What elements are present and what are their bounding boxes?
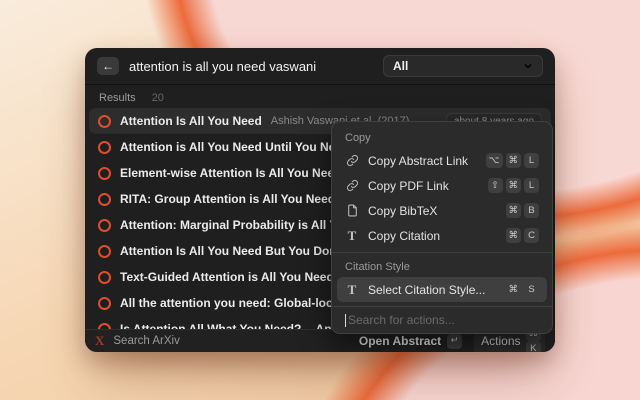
paper-icon (98, 115, 111, 128)
paper-icon (98, 271, 111, 284)
keycap: ⌘ (506, 153, 522, 168)
keycap: L (524, 153, 539, 168)
paper-title: Attention Is All You Need (120, 114, 262, 128)
keycap: ⌘ (506, 203, 522, 218)
keycap: S (524, 282, 539, 297)
file-icon (345, 204, 359, 218)
menu-item-copy-abstract-link[interactable]: Copy Abstract Link ⌥⌘L (337, 148, 547, 173)
app-label: Search ArXiv (113, 335, 179, 347)
menu-section-header: Copy (337, 126, 547, 148)
open-abstract-button[interactable]: Open Abstract ↵ (359, 334, 462, 349)
arxiv-logo-icon: X (95, 333, 104, 349)
menu-item-label: Copy PDF Link (368, 179, 449, 193)
menu-item-label: Copy BibTeX (368, 204, 437, 218)
back-button[interactable]: ← (97, 57, 119, 75)
keycap: ⌥ (486, 153, 503, 168)
actions-search-placeholder: Search for actions... (348, 313, 455, 327)
actions-search-input[interactable]: Search for actions... (332, 306, 552, 333)
search-bar: ← attention is all you need vaswani All (85, 48, 555, 85)
menu-item-copy-bibtex[interactable]: Copy BibTeX ⌘B (337, 198, 547, 223)
menu-section-header: Citation Style (337, 255, 547, 277)
link-icon (345, 154, 359, 168)
menu-item-label: Copy Abstract Link (368, 154, 468, 168)
menu-item-select-citation-style[interactable]: T Select Citation Style... ⌘S (337, 277, 547, 302)
keycap: B (524, 203, 539, 218)
keycap: ⌘ (506, 178, 522, 193)
menu-item-label: Copy Citation (368, 229, 440, 243)
menu-item-shortcut: ⌥⌘L (486, 153, 539, 168)
keycap: ⌘ (506, 228, 522, 243)
paper-icon (98, 219, 111, 232)
enter-key-icon: ↵ (447, 334, 462, 349)
search-input[interactable]: attention is all you need vaswani (129, 59, 316, 74)
menu-item-label: Select Citation Style... (368, 283, 485, 297)
keycap: K (526, 341, 542, 352)
paper-icon (98, 297, 111, 310)
link-icon (345, 179, 359, 193)
paper-icon (98, 167, 111, 180)
menu-divider (332, 252, 552, 253)
text-caret (345, 314, 346, 327)
keycap: L (524, 178, 539, 193)
menu-item-shortcut: ⌘C (506, 228, 540, 243)
category-dropdown[interactable]: All (383, 55, 543, 77)
menu-item-copy-pdf-link[interactable]: Copy PDF Link ⇧⌘L (337, 173, 547, 198)
results-label: Results (99, 92, 136, 104)
menu-item-copy-citation[interactable]: T Copy Citation ⌘C (337, 223, 547, 248)
results-header: Results 20 (85, 87, 555, 108)
paper-title: Element-wise Attention Is All You Need (120, 166, 341, 180)
paper-icon (98, 193, 111, 206)
menu-item-shortcut: ⌘S (506, 282, 540, 297)
category-dropdown-value: All (393, 59, 408, 73)
chevron-down-icon (523, 61, 533, 71)
keycap: C (524, 228, 539, 243)
keycap: ⇧ (488, 178, 503, 193)
results-count: 20 (152, 92, 164, 104)
launcher-window: ← attention is all you need vaswani All … (85, 48, 555, 352)
actions-menu: CopyCopy Abstract Link⌥⌘LCopy PDF Link⇧⌘… (331, 121, 553, 334)
menu-item-shortcut: ⇧⌘L (488, 178, 540, 193)
menu-item-shortcut: ⌘B (506, 203, 540, 218)
paper-icon (98, 141, 111, 154)
keycap: ⌘ (506, 282, 522, 297)
paper-icon (98, 245, 111, 258)
text-icon: T (345, 283, 359, 297)
text-icon: T (345, 229, 359, 243)
